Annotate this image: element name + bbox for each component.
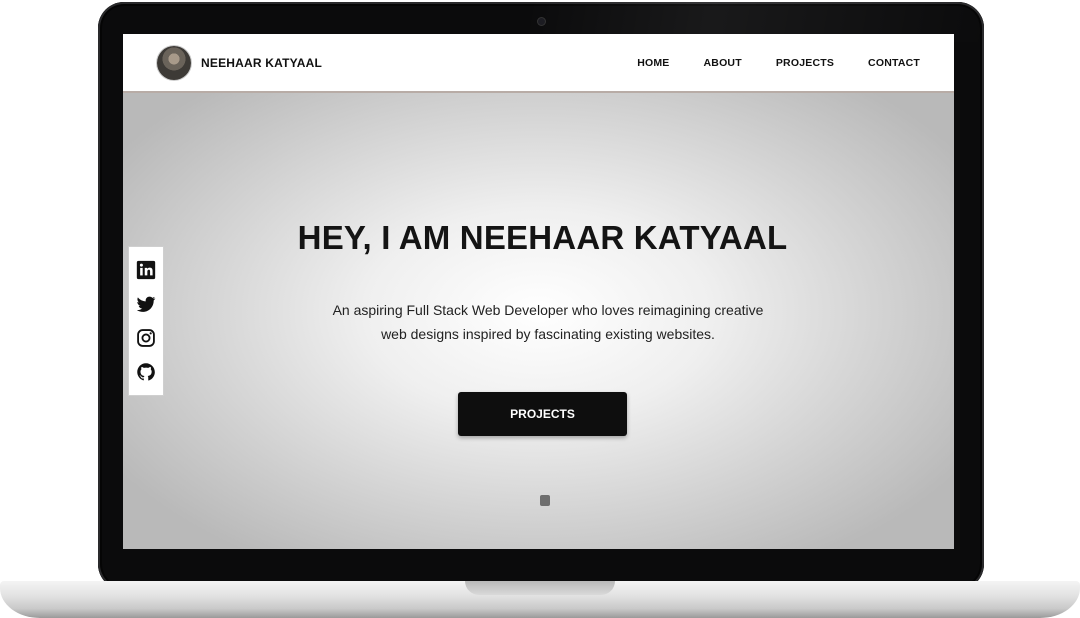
brand[interactable]: NEEHAAR KATYAAL [157, 45, 322, 80]
twitter-icon[interactable] [136, 294, 156, 314]
projects-button[interactable]: PROJECTS [458, 392, 627, 436]
github-icon[interactable] [136, 362, 156, 382]
social-sidebar [128, 246, 164, 396]
linkedin-icon[interactable] [136, 260, 156, 280]
camera-icon [538, 18, 545, 25]
brand-name[interactable]: NEEHAAR KATYAAL [201, 56, 322, 70]
website-screen: NEEHAAR KATYAAL HOME ABOUT PROJECTS CONT… [123, 34, 954, 549]
nav-link-about[interactable]: ABOUT [704, 57, 742, 69]
nav-link-projects[interactable]: PROJECTS [776, 57, 834, 69]
laptop-notch [465, 581, 615, 595]
navbar: NEEHAAR KATYAAL HOME ABOUT PROJECTS CONT… [123, 34, 954, 93]
avatar [157, 45, 191, 80]
instagram-icon[interactable] [136, 328, 156, 348]
nav-links: HOME ABOUT PROJECTS CONTACT [603, 57, 920, 69]
nav-link-contact[interactable]: CONTACT [868, 57, 920, 69]
scroll-indicator[interactable] [540, 495, 550, 506]
nav-link-home[interactable]: HOME [637, 57, 669, 69]
hero-section: HEY, I AM NEEHAAR KATYAAL An aspiring Fu… [123, 93, 954, 549]
hero-subtitle: An aspiring Full Stack Web Developer who… [332, 302, 764, 342]
hero-title: HEY, I AM NEEHAAR KATYAAL [297, 219, 788, 256]
